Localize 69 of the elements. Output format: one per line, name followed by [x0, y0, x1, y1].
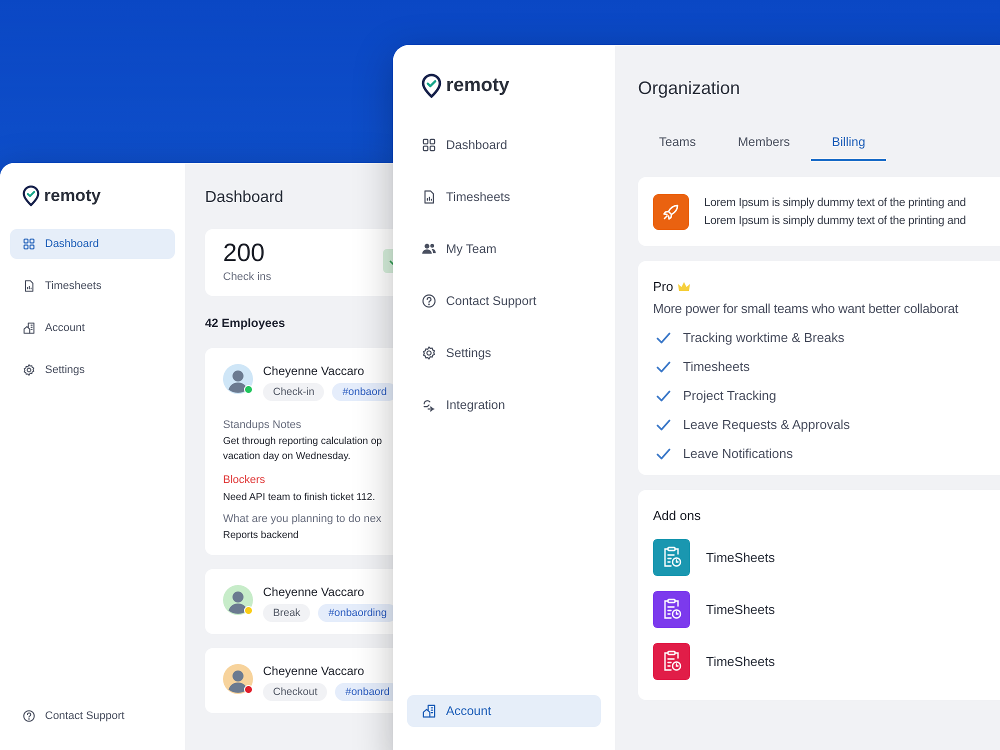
notes-heading: Standups Notes [223, 419, 302, 431]
addon-name: TimeSheets [706, 602, 775, 617]
channel-tag: #onbaord [335, 683, 393, 701]
note-text: vacation day on Wednesday. [223, 450, 352, 464]
addons-heading: Add ons [653, 508, 702, 523]
sidebar-item[interactable]: Dashboard [407, 129, 601, 161]
note-text: Get through reporting calculation op [223, 435, 383, 449]
document-icon [22, 279, 36, 293]
sidebar-item[interactable]: Contact Support [407, 285, 601, 317]
sidebar-item[interactable]: Contact Support [10, 701, 175, 731]
crown-icon [677, 280, 692, 294]
employee-name: Cheyenne Vaccaro [263, 664, 366, 678]
tab[interactable]: Billing [810, 127, 886, 161]
page-title: Organization [638, 78, 742, 99]
avatar-icon [223, 364, 253, 394]
plan-name: Pro [653, 279, 674, 294]
sidebar-item[interactable]: Timesheets [10, 271, 175, 301]
sidebar-item[interactable]: Integration [407, 389, 601, 421]
notice-text: Lorem Ipsum is simply dummy text of the printing and [704, 214, 966, 226]
status-tag: Check-in [263, 383, 324, 401]
dashboard-icon [22, 237, 36, 251]
note-text: Reports backend [223, 529, 300, 543]
feature-text: Leave Requests & Approvals [683, 417, 850, 432]
employees-heading: 42 Employees [205, 316, 286, 330]
addon-name: TimeSheets [706, 550, 775, 565]
stat-label: Check ins [223, 271, 272, 283]
logo-pin-icon [22, 185, 40, 207]
logo-text: remoty [446, 75, 510, 97]
sidebar-item[interactable]: Account [407, 695, 601, 727]
notice-text: Lorem Ipsum is simply dummy text of the printing and [704, 196, 966, 208]
note-text: Need API team to finish ticket 112. [223, 491, 376, 505]
sidebar-item[interactable]: Timesheets [407, 181, 601, 213]
blockers-heading: Blockers [223, 474, 266, 486]
plan-description: More power for small teams who want better collaborat [653, 301, 960, 316]
status-tag: Break [263, 604, 310, 622]
employee-name: Cheyenne Vaccaro [263, 585, 366, 599]
status-tag: Checkout [263, 683, 328, 701]
building-icon [22, 321, 36, 335]
notes-heading: What are you planning to do nex [223, 513, 382, 525]
feature-text: Leave Notifications [683, 446, 793, 461]
channel-tag: #onbaord [332, 383, 393, 401]
avatar-icon [223, 585, 253, 615]
building-icon [421, 703, 437, 719]
tab[interactable]: Members [716, 127, 811, 161]
logo-pin-icon [421, 73, 442, 99]
people-icon [421, 241, 437, 257]
sidebar-item[interactable]: Settings [10, 355, 175, 385]
addon-name: TimeSheets [706, 654, 775, 669]
employee-name: Cheyenne Vaccaro [263, 364, 366, 378]
integration-icon [421, 397, 437, 413]
sidebar-item[interactable]: Dashboard [10, 229, 175, 259]
logo-text: remoty [44, 186, 101, 206]
settings-icon [421, 345, 437, 361]
page-title: Dashboard [205, 189, 284, 207]
tab[interactable]: Teams [638, 127, 717, 161]
dashboard-icon [421, 137, 437, 153]
settings-icon [22, 363, 36, 377]
feature-text: Project Tracking [683, 388, 776, 403]
help-icon [22, 709, 36, 723]
avatar-icon [223, 664, 253, 694]
help-icon [421, 293, 437, 309]
sidebar-item[interactable]: Settings [407, 337, 601, 369]
sidebar-item[interactable]: My Team [407, 233, 601, 265]
channel-tag: #onbaording [318, 604, 393, 622]
feature-text: Tracking worktime & Breaks [683, 330, 844, 345]
stat-value: 200 [223, 239, 266, 268]
feature-text: Timesheets [683, 359, 750, 374]
rocket-icon [653, 194, 689, 230]
sidebar-item[interactable]: Account [10, 313, 175, 343]
